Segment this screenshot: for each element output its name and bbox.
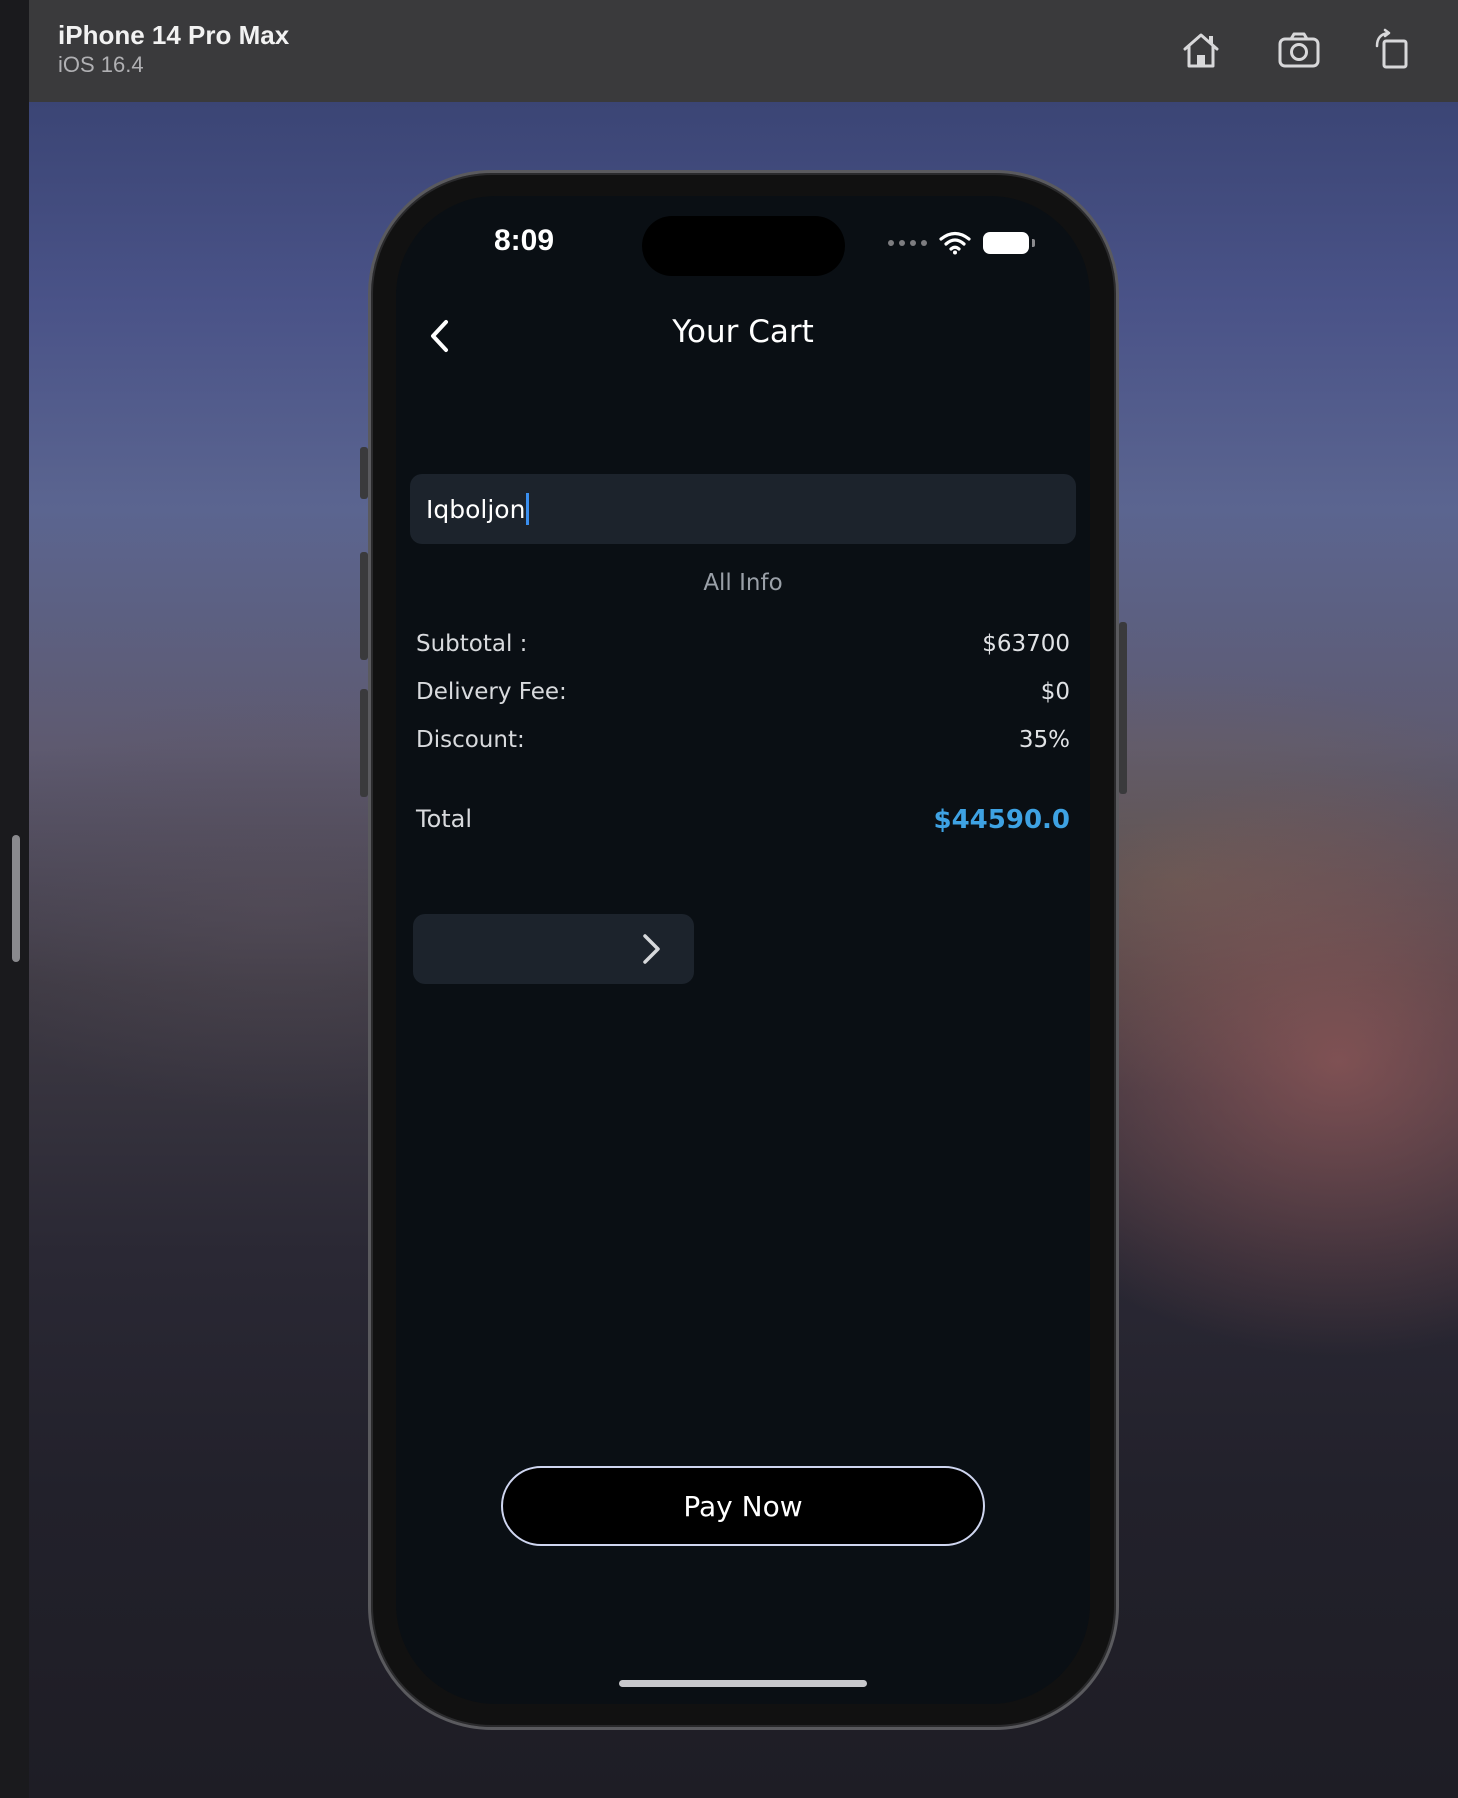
summary-row-delivery-fee: Delivery Fee: $0 — [416, 679, 1070, 705]
subtotal-value: $63700 — [982, 631, 1070, 657]
screenshot-button[interactable] — [1271, 22, 1327, 78]
total-label: Total — [416, 805, 473, 833]
silent-switch — [360, 447, 368, 499]
power-button — [1119, 622, 1127, 794]
dynamic-island — [642, 216, 845, 276]
next-button[interactable] — [413, 914, 694, 984]
home-button[interactable] — [1173, 22, 1229, 78]
chevron-right-icon — [643, 934, 660, 964]
subtotal-label: Subtotal : — [416, 631, 528, 657]
text-caret — [526, 493, 530, 525]
total-value: $44590.0 — [933, 805, 1070, 835]
summary-row-total: Total $44590.0 — [416, 805, 1070, 835]
delivery-fee-value: $0 — [1040, 679, 1070, 705]
page-title: Your Cart — [672, 314, 814, 350]
volume-down-button — [360, 689, 368, 797]
delivery-fee-label: Delivery Fee: — [416, 679, 567, 705]
device-name: iPhone 14 Pro Max — [58, 20, 290, 50]
battery-icon — [983, 232, 1035, 254]
summary-caption: All Info — [703, 570, 783, 596]
pay-now-button[interactable]: Pay Now — [501, 1466, 985, 1546]
volume-up-button — [360, 552, 368, 660]
status-time: 8:09 — [494, 224, 555, 257]
os-version: iOS 16.4 — [58, 52, 144, 77]
status-icons — [888, 230, 1035, 256]
summary-row-discount: Discount: 35% — [416, 727, 1070, 753]
home-icon — [1183, 33, 1219, 68]
discount-label: Discount: — [416, 727, 525, 753]
rotate-icon — [1375, 28, 1408, 69]
wifi-icon — [939, 231, 971, 255]
home-indicator — [619, 1680, 867, 1687]
phone-screen: 8:09 Your Cart Iqboljon All Info Subtota… — [396, 196, 1090, 1704]
scrollbar-handle[interactable] — [12, 835, 20, 962]
rotate-button[interactable] — [1366, 22, 1422, 78]
camera-icon — [1278, 32, 1320, 68]
name-input[interactable]: Iqboljon — [410, 474, 1076, 544]
summary-row-subtotal: Subtotal : $63700 — [416, 631, 1070, 657]
discount-value: 35% — [1018, 727, 1070, 753]
simulator-titlebar: iPhone 14 Pro Max iOS 16.4 — [29, 0, 1458, 102]
cellular-dots-icon — [888, 240, 927, 246]
name-input-value: Iqboljon — [426, 494, 526, 524]
host-left-strip — [0, 0, 30, 1798]
